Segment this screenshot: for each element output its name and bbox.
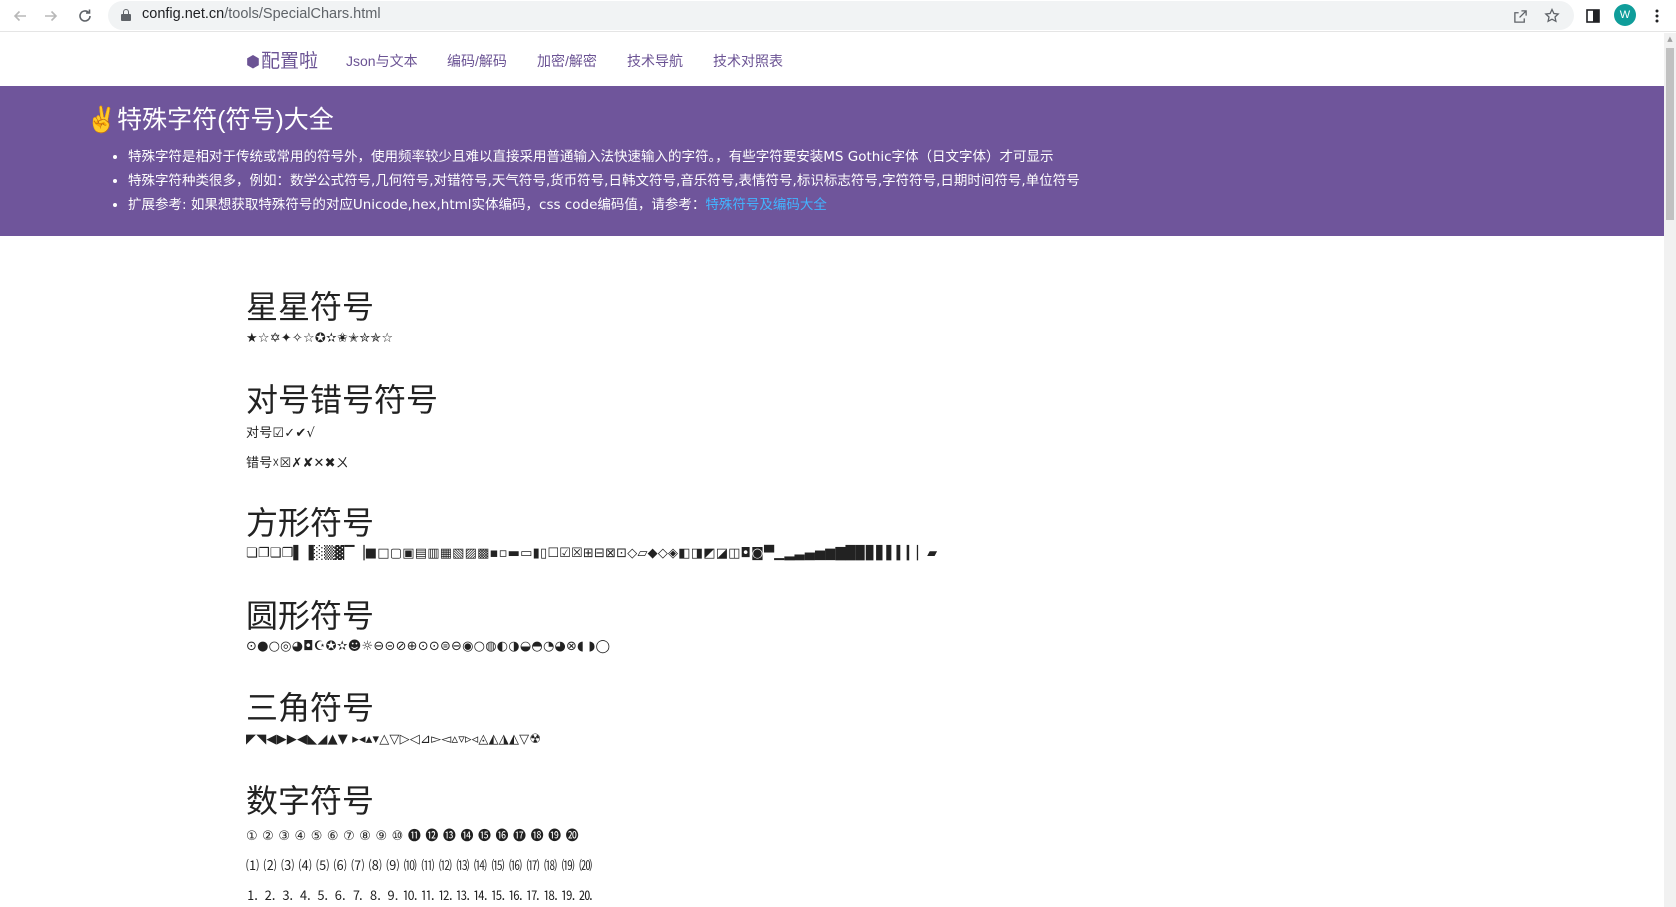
page-title-text: 特殊字符(符号)大全 <box>117 106 334 134</box>
brand-link[interactable]: ⬢配置啦 <box>246 46 318 73</box>
browser-toolbar: config.net.cn/tools/SpecialChars.html W <box>0 0 1676 32</box>
circle-symbols[interactable]: ⊙●○◎◕◘☪✪✫☻☼⊖⊝⊘⊕⊙⊙⊜⊖◉○◍◐◑◒◓◔◕⊗◖ ◗◯ <box>246 639 610 654</box>
parenthesized-number-symbols[interactable]: ⑴ ⑵ ⑶ ⑷ ⑸ ⑹ ⑺ ⑻ ⑼ ⑽ ⑾ ⑿ ⒀ ⒁ ⒂ ⒃ ⒄ ⒅ ⒆ ⒇ <box>246 855 592 874</box>
back-arrow-icon[interactable] <box>7 4 33 28</box>
nav-link-encode[interactable]: 编码/解码 <box>447 51 507 71</box>
triangle-symbols[interactable]: ◤◥◀▶▶◀◣◢▲▼ ▸◂▴▾△▽▷◁⊿▻◅▵▿▹◃◬◭◮◭▽☢ <box>246 732 541 747</box>
star-icon[interactable] <box>1540 4 1564 28</box>
intro-item: 扩展参考: 如果想获取特殊符号的对应Unicode,hex,html实体编码，c… <box>128 193 1080 217</box>
period-number-symbols[interactable]: ⒈ ⒉ ⒊ ⒋ ⒌ ⒍ ⒎ ⒏ ⒐ ⒑ ⒒ ⒓ ⒔ ⒕ ⒖ ⒗ ⒘ ⒙ ⒚ ⒛ <box>246 885 592 904</box>
hexagon-icon: ⬢ <box>246 54 260 71</box>
intro-item: 特殊字符种类很多，例如：数学公式符号,几何符号,对错符号,天气符号,货币符号,日… <box>128 169 1080 193</box>
url-text[interactable]: config.net.cn/tools/SpecialChars.html <box>142 6 381 22</box>
section-title-triangle: 三角符号 <box>246 690 375 726</box>
section-title-circle: 圆形符号 <box>246 598 375 634</box>
lock-icon[interactable] <box>121 9 131 21</box>
reload-icon[interactable] <box>72 4 98 28</box>
more-vert-icon[interactable] <box>1644 3 1670 29</box>
section-title-numbers: 数字符号 <box>246 783 375 819</box>
site-nav: ⬢配置啦 Json与文本 编码/解码 加密/解密 技术导航 技术对照表 <box>0 33 1664 86</box>
intro-item: 特殊字符是相对于传统或常用的符号外，使用频率较少且难以直接采用普通输入法快速输入… <box>128 145 1080 169</box>
url-host: config.net.cn <box>142 6 225 22</box>
check-symbols[interactable]: 对号☑✓✔√ <box>246 422 315 441</box>
url-path: /tools/SpecialChars.html <box>224 6 381 22</box>
nav-link-tech-table[interactable]: 技术对照表 <box>713 51 783 71</box>
special-chars-encoding-link[interactable]: 特殊符号及编码大全 <box>705 197 827 213</box>
section-title-stars: 星星符号 <box>246 289 375 325</box>
intro-item-text: 扩展参考: 如果想获取特殊符号的对应Unicode,hex,html实体编码，c… <box>128 197 706 213</box>
intro-banner: ✌特殊字符(符号)大全 特殊字符是相对于传统或常用的符号外，使用频率较少且难以直… <box>0 86 1664 236</box>
address-bar[interactable]: config.net.cn/tools/SpecialChars.html <box>108 1 1574 30</box>
circled-number-symbols[interactable]: ① ② ③ ④ ⑤ ⑥ ⑦ ⑧ ⑨ ⑩ ⓫ ⓬ ⓭ ⓮ ⓯ ⓰ ⓱ ⓲ ⓳ ⓴ <box>246 825 579 844</box>
victory-hand-icon: ✌ <box>86 106 118 134</box>
avatar[interactable]: W <box>1614 4 1636 26</box>
side-panel-icon[interactable] <box>1580 3 1606 29</box>
cross-symbols[interactable]: 错号☓☒✗✘✕✖ㄨ <box>246 452 349 471</box>
scroll-up-arrow-icon[interactable]: ▲ <box>1666 35 1674 45</box>
brand-name: 配置啦 <box>260 51 318 72</box>
page-title: ✌特殊字符(符号)大全 <box>86 100 334 136</box>
star-symbols[interactable]: ★☆✡✦✧☆✪✫✬✭✮✯☆ <box>246 331 393 346</box>
scrollbar-thumb[interactable] <box>1666 48 1674 220</box>
nav-link-encrypt[interactable]: 加密/解密 <box>537 51 597 71</box>
forward-arrow-icon[interactable] <box>38 4 64 28</box>
section-title-square: 方形符号 <box>246 505 375 541</box>
intro-list: 特殊字符是相对于传统或常用的符号外，使用频率较少且难以直接采用普通输入法快速输入… <box>128 145 1080 217</box>
section-title-check: 对号错号符号 <box>246 382 439 418</box>
square-symbols[interactable]: ❏❐❑❒▌▐░▒▓▔▕■□▢▣▤▥▦▧▨▩▪▫▬▭▮▯☐☑☒⊞⊟⊠⊡◇▱◆◇◈◧… <box>246 546 937 561</box>
share-icon[interactable] <box>1508 4 1532 28</box>
nav-link-json[interactable]: Json与文本 <box>346 51 418 71</box>
nav-link-tech-nav[interactable]: 技术导航 <box>627 51 683 71</box>
